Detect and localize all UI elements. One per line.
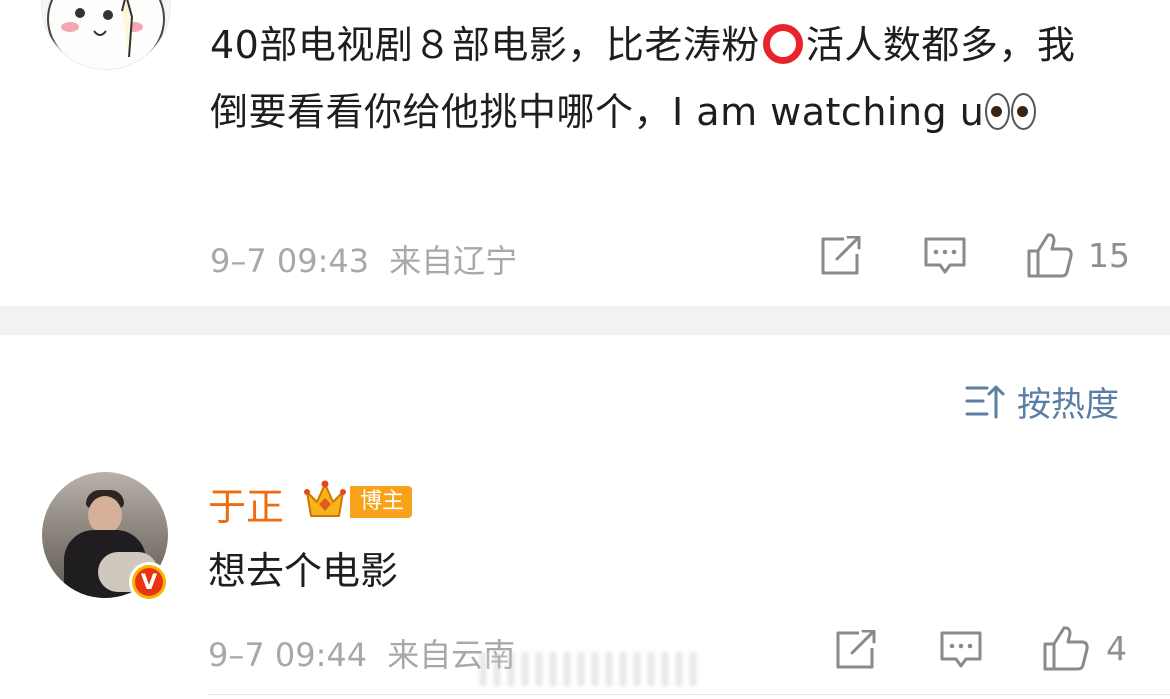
comment-time: 9–7 09:43 [210,242,370,280]
commenter-avatar[interactable] [41,0,171,70]
comment-icon [924,237,966,274]
share-icon [821,236,861,275]
share-button[interactable] [820,236,862,276]
separator-line [208,694,1170,695]
comment-location: 来自辽宁 [389,242,518,280]
sort-by-hot-button[interactable]: 按热度 [965,379,1119,425]
reply-button[interactable] [923,236,967,276]
verified-badge-label: V [135,568,163,596]
like-button[interactable]: 15 [1026,231,1130,279]
sort-icon [965,385,1005,419]
comment-text: 想去个电影 [208,549,399,593]
comment-meta: 9–7 09:43 来自辽宁 [210,236,517,282]
thumbs-up-icon [1043,626,1089,671]
reply-button[interactable] [939,630,983,670]
section-divider [0,306,1170,335]
cartoon-avatar-icon [42,0,170,69]
comment-meta: 9–7 09:44 来自云南 [208,630,515,676]
thumbs-up-icon [1027,233,1073,278]
verified-badge-icon: V [129,562,169,602]
eyes-emoji-icon [984,90,1037,134]
comment-time: 9–7 09:44 [208,636,368,674]
like-count: 15 [1088,235,1130,275]
comment-text-part1: 40部电视剧８部电影，比老涛粉 [210,23,760,67]
sort-label: 按热度 [1017,384,1119,425]
blogger-tag: 博主 [350,486,413,518]
comment-icon [940,631,982,668]
username[interactable]: 于正 [208,476,284,531]
comment-text: 40部电视剧８部电影，比老涛粉 活人数都多，我倒要看看你给他挑中哪个，I am w… [210,12,1090,146]
blurred-overlay [480,652,700,686]
share-button[interactable] [835,630,877,670]
like-button[interactable]: 4 [1042,624,1127,672]
share-icon [836,630,876,669]
red-circle-emoji-icon [762,24,803,64]
like-count: 4 [1106,628,1127,668]
